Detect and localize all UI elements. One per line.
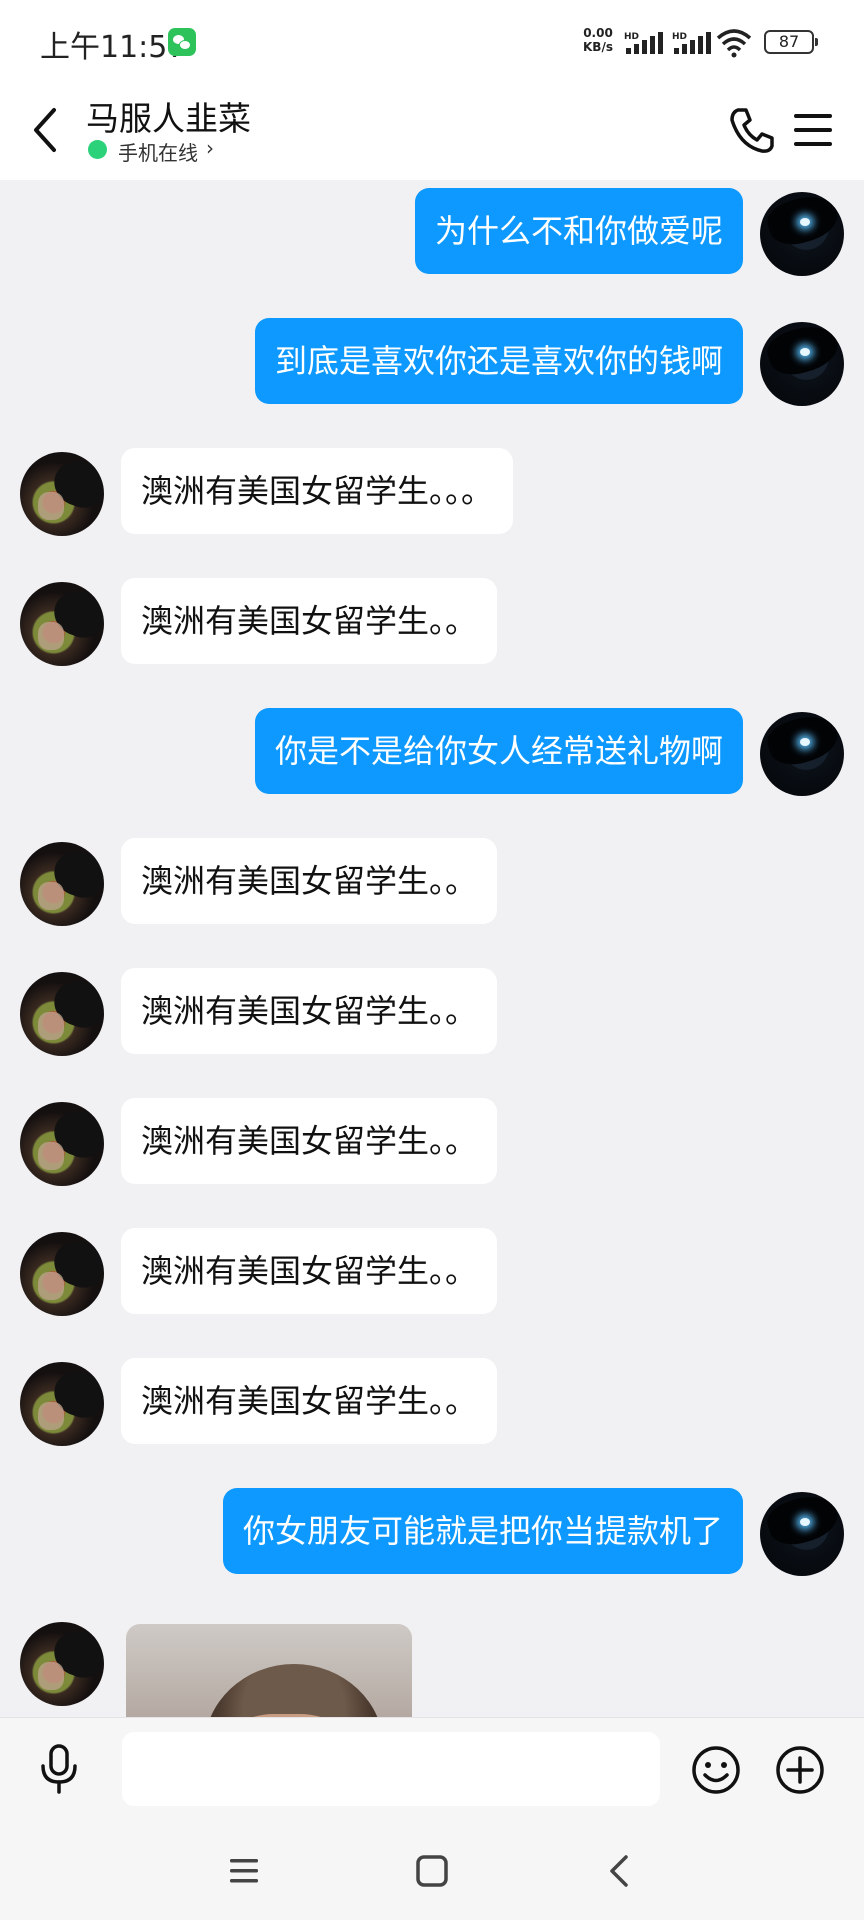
contact-avatar[interactable] xyxy=(20,1622,104,1706)
message-bubble-outgoing[interactable]: 你女朋友可能就是把你当提款机了 xyxy=(222,1488,743,1574)
message-bubble-outgoing[interactable]: 你是不是给你女人经常送礼物啊 xyxy=(254,708,743,794)
battery-level: 87 xyxy=(778,32,800,51)
plus-circle-icon[interactable] xyxy=(774,1744,826,1796)
home-square-icon[interactable] xyxy=(410,1849,454,1893)
message-bubble-incoming[interactable]: 澳洲有美国女留学生。。 xyxy=(121,578,498,664)
hamburger-menu-icon[interactable] xyxy=(790,106,836,154)
signal-hd-label-2: HD xyxy=(672,32,687,42)
message-bubble-outgoing[interactable]: 为什么不和你做爱呢 xyxy=(414,188,743,274)
status-time: 上午11:57 xyxy=(40,30,187,65)
chat-title[interactable]: 马服人韭菜 xyxy=(86,92,251,140)
message-bubble-outgoing[interactable]: 到底是喜欢你还是喜欢你的钱啊 xyxy=(254,318,743,404)
wechat-notification-icon xyxy=(168,28,196,56)
back-chevron-icon[interactable] xyxy=(24,102,68,158)
my-avatar[interactable] xyxy=(760,322,844,406)
phone-icon[interactable] xyxy=(726,102,778,158)
message-bubble-incoming[interactable]: 澳洲有美国女留学生。。 xyxy=(121,968,498,1054)
contact-avatar[interactable] xyxy=(20,452,104,536)
chat-header: 马服人韭菜 手机在线 › xyxy=(0,84,864,180)
microphone-icon[interactable] xyxy=(34,1742,84,1796)
chevron-right-icon: › xyxy=(206,136,214,160)
signal-hd-label: HD xyxy=(624,32,639,42)
network-speed: 0.00 KB/s xyxy=(578,26,618,54)
online-status-text[interactable]: 手机在线 xyxy=(118,137,198,166)
image-message[interactable] xyxy=(126,1624,412,1717)
message-bubble-incoming[interactable]: 澳洲有美国女留学生。。。 xyxy=(121,448,514,534)
signal-icon: HD xyxy=(624,32,663,54)
message-bubble-incoming[interactable]: 澳洲有美国女留学生。。 xyxy=(121,1228,498,1314)
recent-apps-icon[interactable] xyxy=(222,1849,266,1893)
message-bubble-incoming[interactable]: 澳洲有美国女留学生。。 xyxy=(121,1098,498,1184)
my-avatar[interactable] xyxy=(760,1492,844,1576)
wifi-icon xyxy=(716,29,752,58)
contact-avatar[interactable] xyxy=(20,842,104,926)
message-bubble-incoming[interactable]: 澳洲有美国女留学生。。 xyxy=(121,838,498,924)
contact-avatar[interactable] xyxy=(20,582,104,666)
network-speed-unit: KB/s xyxy=(583,40,613,54)
signal-icon-2: HD xyxy=(672,32,711,54)
status-bar: 上午11:57 0.00 KB/s HD HD 87 xyxy=(0,0,864,84)
contact-avatar[interactable] xyxy=(20,1232,104,1316)
nav-back-icon[interactable] xyxy=(598,1849,642,1893)
input-bar xyxy=(0,1717,864,1820)
smiley-icon[interactable] xyxy=(690,1744,742,1796)
online-status-dot xyxy=(88,140,107,159)
my-avatar[interactable] xyxy=(760,712,844,796)
message-list[interactable]: 为什么不和你做爱呢 到底是喜欢你还是喜欢你的钱啊 澳洲有美国女留学生。。。 澳洲… xyxy=(0,180,864,1717)
contact-avatar[interactable] xyxy=(20,972,104,1056)
network-speed-value: 0.00 xyxy=(583,26,613,40)
message-input[interactable] xyxy=(122,1732,660,1806)
contact-avatar[interactable] xyxy=(20,1102,104,1186)
my-avatar[interactable] xyxy=(760,192,844,276)
message-bubble-incoming[interactable]: 澳洲有美国女留学生。。 xyxy=(121,1358,498,1444)
battery-icon: 87 xyxy=(764,30,818,54)
system-nav-bar xyxy=(0,1819,864,1920)
contact-avatar[interactable] xyxy=(20,1362,104,1446)
